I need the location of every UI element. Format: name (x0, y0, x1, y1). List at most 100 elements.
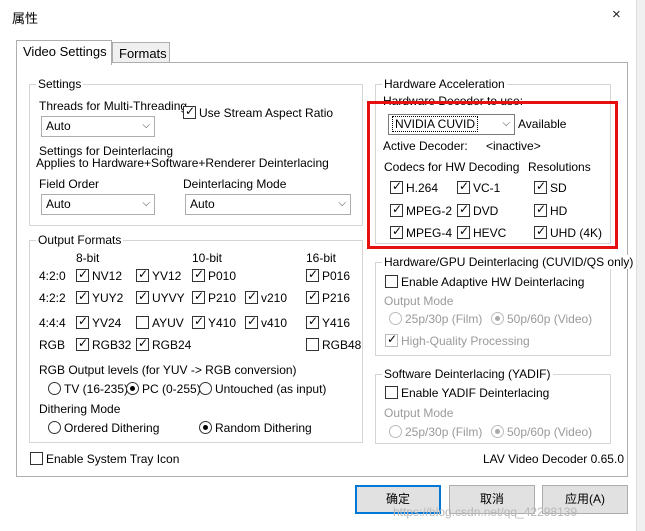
rgb-level-untouched-radio[interactable] (199, 382, 212, 395)
stream-aspect-label: Use Stream Aspect Ratio (199, 106, 334, 120)
format-label-p210: P210 (208, 291, 237, 305)
format-checkbox-rgb48[interactable] (306, 338, 319, 351)
format-label-y410: Y410 (208, 316, 237, 330)
gpu-film-label: 25p/30p (Film) (405, 312, 483, 326)
chevron-down-icon: ⌵ (142, 120, 150, 131)
rgb-level-untouched-label: Untouched (as input) (215, 382, 327, 396)
format-label-v410: v410 (261, 316, 288, 330)
format-label-uyvy: UYVY (152, 291, 185, 305)
highlight-box (367, 101, 618, 249)
chevron-down-icon: ⌵ (142, 198, 150, 209)
gpu-video-label: 50p/60p (Video) (507, 312, 593, 326)
field-order-value: Auto (46, 197, 71, 211)
format-checkbox-p016[interactable] (306, 267, 319, 282)
close-icon[interactable]: × (612, 6, 621, 23)
format-checkbox-yuy2[interactable] (76, 289, 89, 304)
row-label-rgb: RGB (39, 338, 66, 352)
deint-mode-select[interactable]: Auto ⌵ (185, 194, 351, 215)
deint-mode-value: Auto (190, 197, 215, 211)
background-window-edge (636, 0, 645, 531)
format-label-yv12: YV12 (152, 269, 182, 283)
rgb-level-tv-label: TV (16-235) (64, 382, 129, 396)
hq-processing-label: High-Quality Processing (401, 334, 530, 348)
format-checkbox-yv24[interactable] (76, 314, 89, 329)
stream-aspect-checkbox[interactable] (183, 104, 196, 119)
gpu-output-mode-label: Output Mode (384, 294, 454, 308)
format-checkbox-p210[interactable] (192, 289, 205, 304)
dithering-label: Dithering Mode (39, 402, 121, 416)
format-checkbox-rgb32[interactable] (76, 336, 89, 351)
format-checkbox-ayuv[interactable] (136, 316, 149, 329)
format-label-rgb32: RGB32 (92, 338, 132, 352)
deint-applies-label: Applies to Hardware+Software+Renderer De… (36, 156, 329, 170)
adaptive-hw-deint-checkbox[interactable] (385, 275, 398, 288)
deint-mode-label: Deinterlacing Mode (183, 177, 287, 191)
format-label-nv12: NV12 (92, 269, 123, 283)
field-order-label: Field Order (39, 177, 100, 191)
rgb-level-pc-radio[interactable] (126, 382, 139, 395)
format-checkbox-nv12[interactable] (76, 267, 89, 282)
format-checkbox-uyvy[interactable] (136, 289, 149, 304)
rgb-levels-label: RGB Output levels (for YUV -> RGB conver… (39, 363, 297, 377)
format-label-p016: P016 (322, 269, 351, 283)
output-formats-title: Output Formats (36, 233, 124, 247)
random-dithering-label: Random Dithering (215, 421, 312, 435)
threads-label: Threads for Multi-Threading (39, 99, 188, 113)
version-label: LAV Video Decoder 0.65.0 (483, 452, 624, 466)
sw-video-label: 50p/60p (Video) (507, 425, 593, 439)
field-order-select[interactable]: Auto ⌵ (41, 194, 155, 215)
col-8bit-label: 8-bit (76, 251, 100, 265)
format-label-rgb24: RGB24 (152, 338, 192, 352)
threads-value: Auto (46, 119, 71, 133)
settings-group-title: Settings (36, 77, 84, 91)
format-checkbox-y416[interactable] (306, 314, 319, 329)
format-checkbox-v410[interactable] (245, 314, 258, 329)
system-tray-label: Enable System Tray Icon (46, 452, 180, 466)
col-16bit-label: 16-bit (306, 251, 337, 265)
format-checkbox-p216[interactable] (306, 289, 319, 304)
watermark: https://blog.csdn.net/qq_42298139 (393, 505, 578, 519)
format-checkbox-rgb24[interactable] (136, 336, 149, 351)
sw-output-mode-label: Output Mode (384, 406, 454, 420)
format-label-p216: P216 (322, 291, 351, 305)
system-tray-checkbox[interactable] (30, 452, 43, 465)
gpu-video-radio[interactable] (491, 312, 504, 325)
format-checkbox-yv12[interactable] (136, 267, 149, 282)
format-label-yuy2: YUY2 (92, 291, 124, 305)
col-10bit-label: 10-bit (192, 251, 223, 265)
random-dithering-radio[interactable] (199, 421, 212, 434)
row-label-444: 4:4:4 (39, 316, 66, 330)
row-label-420: 4:2:0 (39, 269, 66, 283)
tab-video-settings[interactable]: Video Settings (16, 40, 112, 65)
gpu-deint-title: Hardware/GPU Deinterlacing (CUVID/QS onl… (382, 255, 636, 269)
hw-accel-title: Hardware Acceleration (382, 77, 507, 91)
format-checkbox-y410[interactable] (192, 314, 205, 329)
format-checkbox-p010[interactable] (192, 267, 205, 282)
window-title: 属性 (12, 11, 39, 26)
format-checkbox-v210[interactable] (245, 289, 258, 304)
format-label-v210: v210 (261, 291, 288, 305)
gpu-film-radio[interactable] (389, 312, 402, 325)
format-label-yv24: YV24 (92, 316, 122, 330)
adaptive-hw-deint-label: Enable Adaptive HW Deinterlacing (401, 275, 585, 289)
format-label-p010: P010 (208, 269, 237, 283)
title-bar (0, 0, 645, 32)
sw-deint-title: Software Deinterlacing (YADIF) (382, 367, 553, 381)
yadif-label: Enable YADIF Deinterlacing (401, 386, 550, 400)
format-label-rgb48: RGB48 (322, 338, 362, 352)
format-label-ayuv: AYUV (152, 316, 184, 330)
row-label-422: 4:2:2 (39, 291, 66, 305)
hq-processing-checkbox[interactable] (385, 332, 398, 347)
tab-formats[interactable]: Formats (112, 42, 170, 63)
sw-film-label: 25p/30p (Film) (405, 425, 483, 439)
rgb-level-tv-radio[interactable] (48, 382, 61, 395)
sw-video-radio[interactable] (491, 425, 504, 438)
rgb-level-pc-label: PC (0-255) (142, 382, 201, 396)
ordered-dithering-label: Ordered Dithering (64, 421, 160, 435)
chevron-down-icon: ⌵ (338, 198, 346, 209)
yadif-checkbox[interactable] (385, 386, 398, 399)
ordered-dithering-radio[interactable] (48, 421, 61, 434)
sw-film-radio[interactable] (389, 425, 402, 438)
format-label-y416: Y416 (322, 316, 351, 330)
threads-select[interactable]: Auto ⌵ (41, 116, 155, 137)
